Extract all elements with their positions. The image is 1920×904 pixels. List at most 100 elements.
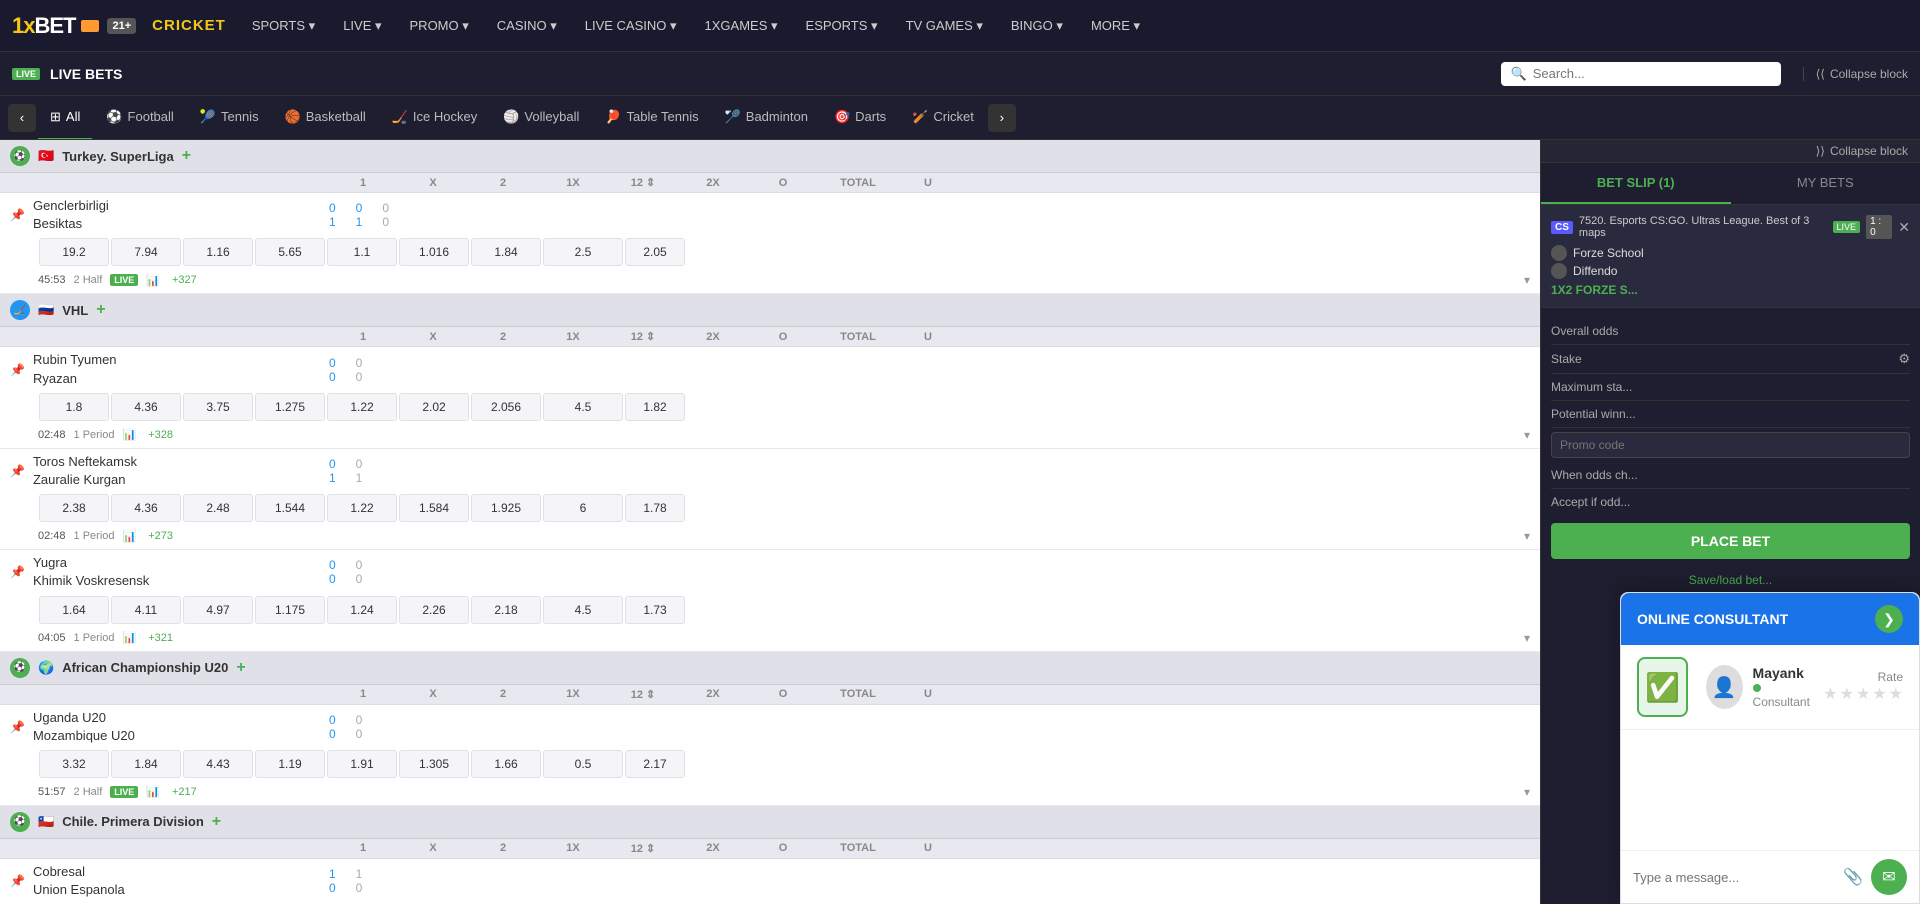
star-1[interactable]: ★ — [1823, 684, 1837, 704]
pin-icon[interactable]: 📌 — [10, 874, 25, 888]
odd-u[interactable]: 1.78 — [625, 494, 685, 522]
more-markets-button[interactable]: +328 — [148, 429, 173, 441]
chat-send-button[interactable]: ✉ — [1871, 859, 1907, 895]
pin-icon[interactable]: 📌 — [10, 464, 25, 478]
odd-u[interactable]: 1.82 — [625, 393, 685, 421]
nav-live-casino[interactable]: LIVE CASINO ▾ — [575, 14, 687, 38]
save-load-bets-button[interactable]: Save/load bet... — [1551, 567, 1910, 593]
pin-icon[interactable]: 📌 — [10, 208, 25, 222]
tab-scroll-right[interactable]: › — [988, 104, 1016, 132]
odd-2[interactable]: 4.43 — [183, 750, 253, 778]
tab-football[interactable]: ⚽ Football — [94, 96, 185, 140]
tab-tennis[interactable]: 🎾 Tennis — [188, 96, 271, 140]
league-add-chile-button[interactable]: + — [212, 813, 242, 831]
tab-darts[interactable]: 🎯 Darts — [822, 96, 898, 140]
star-3[interactable]: ★ — [1856, 684, 1870, 704]
odd-x[interactable]: 4.36 — [111, 393, 181, 421]
expand-button[interactable]: ▾ — [1524, 428, 1530, 442]
search-input[interactable] — [1533, 66, 1771, 81]
more-markets-button[interactable]: +217 — [172, 786, 197, 798]
more-markets-button[interactable]: +273 — [148, 530, 173, 542]
collapse-right-panel-button[interactable]: ⟩⟩ Collapse block — [1816, 144, 1908, 158]
odd-2[interactable]: 3.75 — [183, 393, 253, 421]
pin-icon[interactable]: 📌 — [10, 565, 25, 579]
odd-o[interactable]: 2.18 — [471, 596, 541, 624]
odd-1x[interactable]: 1.544 — [255, 494, 325, 522]
stats-icon[interactable]: 📊 — [123, 530, 137, 543]
odd-12[interactable]: 1.22 — [327, 393, 397, 421]
nav-casino[interactable]: CASINO ▾ — [487, 14, 567, 38]
odd-2[interactable]: 1.16 — [183, 238, 253, 266]
bet-slip-tab[interactable]: BET SLIP (1) — [1541, 163, 1731, 204]
more-markets-button[interactable]: +321 — [148, 632, 173, 644]
odd-2[interactable]: 2.48 — [183, 494, 253, 522]
nav-tv-games[interactable]: TV GAMES ▾ — [896, 14, 993, 38]
odd-2x[interactable]: 2.26 — [399, 596, 469, 624]
odd-1x[interactable]: 1.275 — [255, 393, 325, 421]
expand-button[interactable]: ▾ — [1524, 631, 1530, 645]
odd-total[interactable]: 2.5 — [543, 238, 623, 266]
league-add-button[interactable]: + — [182, 147, 212, 165]
stats-icon[interactable]: 📊 — [146, 274, 160, 287]
odd-o[interactable]: 1.66 — [471, 750, 541, 778]
rate-stars[interactable]: ★ ★ ★ ★ ★ — [1823, 684, 1903, 704]
expand-button[interactable]: ▾ — [1524, 785, 1530, 799]
odd-x[interactable]: 4.36 — [111, 494, 181, 522]
tab-volleyball[interactable]: 🏐 Volleyball — [491, 96, 591, 140]
odd-x[interactable]: 7.94 — [111, 238, 181, 266]
tab-badminton[interactable]: 🏸 Badminton — [713, 96, 820, 140]
nav-esports[interactable]: ESPORTS ▾ — [796, 14, 888, 38]
nav-promo[interactable]: PROMO ▾ — [400, 14, 479, 38]
promo-code-input[interactable] — [1551, 432, 1910, 458]
place-bet-button[interactable]: PLACE BET — [1551, 523, 1910, 559]
odd-12[interactable]: 1.1 — [327, 238, 397, 266]
odd-u[interactable]: 2.05 — [625, 238, 685, 266]
odd-total[interactable]: 4.5 — [543, 393, 623, 421]
odd-x[interactable]: 4.11 — [111, 596, 181, 624]
league-add-african-button[interactable]: + — [236, 659, 266, 677]
stats-icon[interactable]: 📊 — [123, 631, 137, 644]
collapse-button[interactable]: ⟨⟨ Collapse block — [1803, 67, 1908, 81]
tab-all[interactable]: ⊞ All — [38, 96, 92, 140]
chat-collapse-button[interactable]: ❯ — [1875, 605, 1903, 633]
odd-o[interactable]: 1.84 — [471, 238, 541, 266]
pin-icon[interactable]: 📌 — [10, 363, 25, 377]
odd-1[interactable]: 1.8 — [39, 393, 109, 421]
tab-table-tennis[interactable]: 🏓 Table Tennis — [593, 96, 710, 140]
stats-icon[interactable]: 📊 — [146, 785, 160, 798]
odd-o[interactable]: 1.925 — [471, 494, 541, 522]
odd-2x[interactable]: 2.02 — [399, 393, 469, 421]
odd-2x[interactable]: 1.305 — [399, 750, 469, 778]
star-4[interactable]: ★ — [1872, 684, 1886, 704]
star-2[interactable]: ★ — [1840, 684, 1854, 704]
attach-icon[interactable]: 📎 — [1843, 867, 1863, 887]
odd-u[interactable]: 1.73 — [625, 596, 685, 624]
odd-1x[interactable]: 1.175 — [255, 596, 325, 624]
odd-1[interactable]: 1.64 — [39, 596, 109, 624]
pin-icon[interactable]: 📌 — [10, 720, 25, 734]
nav-bingo[interactable]: BINGO ▾ — [1001, 14, 1073, 38]
nav-cricket[interactable]: CRICKET — [152, 17, 226, 34]
nav-sports[interactable]: SPORTS ▾ — [242, 14, 325, 38]
search-box[interactable]: 🔍 — [1501, 62, 1781, 86]
odd-o[interactable]: 2.056 — [471, 393, 541, 421]
stats-icon[interactable]: 📊 — [123, 428, 137, 441]
odd-1x[interactable]: 1.19 — [255, 750, 325, 778]
odd-u[interactable]: 2.17 — [625, 750, 685, 778]
close-bet-button[interactable]: ✕ — [1898, 219, 1910, 236]
odd-2[interactable]: 4.97 — [183, 596, 253, 624]
my-bets-tab[interactable]: MY BETS — [1731, 163, 1920, 204]
gear-icon[interactable]: ⚙ — [1898, 351, 1910, 367]
chat-input[interactable] — [1633, 870, 1835, 885]
odd-total[interactable]: 6 — [543, 494, 623, 522]
odd-1[interactable]: 3.32 — [39, 750, 109, 778]
odd-1[interactable]: 19.2 — [39, 238, 109, 266]
logo[interactable]: 1xBET — [12, 13, 99, 39]
odd-total[interactable]: 4.5 — [543, 596, 623, 624]
more-markets-button[interactable]: +327 — [172, 274, 197, 286]
odd-x[interactable]: 1.84 — [111, 750, 181, 778]
odd-12[interactable]: 1.91 — [327, 750, 397, 778]
league-add-vhl-button[interactable]: + — [96, 301, 126, 319]
odd-1x[interactable]: 5.65 — [255, 238, 325, 266]
odd-12[interactable]: 1.22 — [327, 494, 397, 522]
